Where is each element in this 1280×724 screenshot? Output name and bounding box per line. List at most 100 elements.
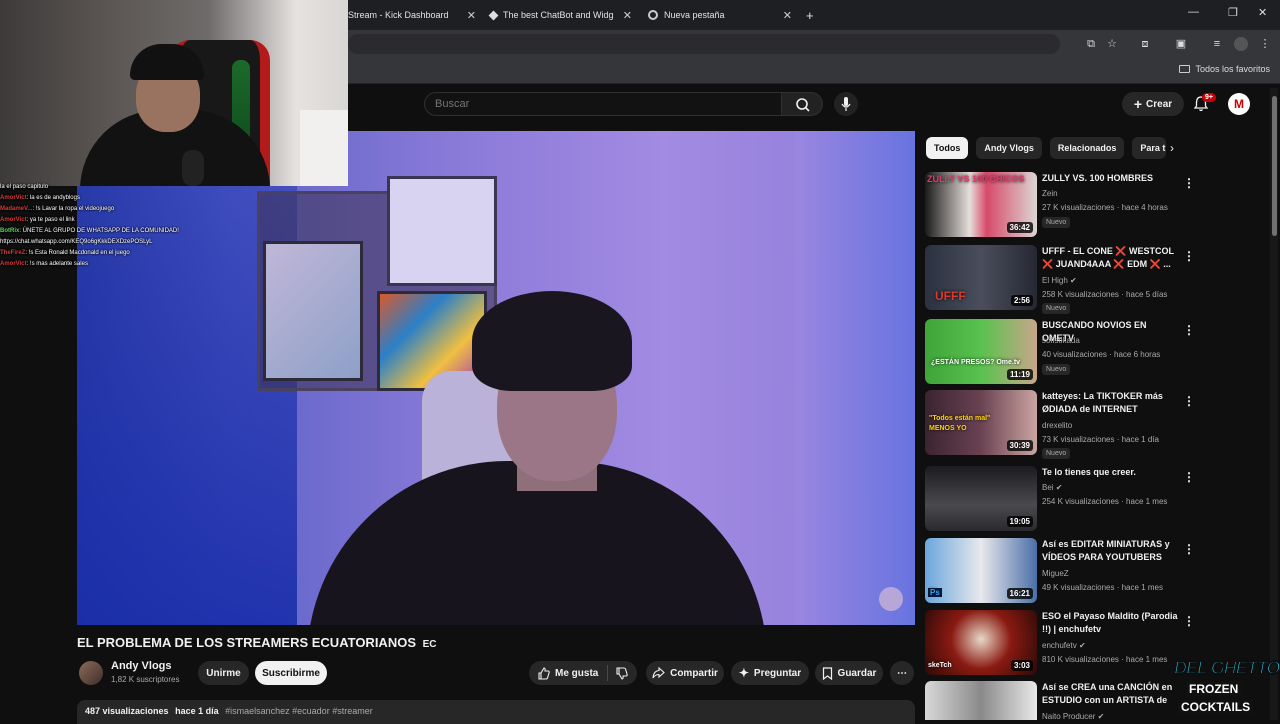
chatbot-favicon-icon: [488, 10, 499, 20]
all-bookmarks-folder[interactable]: Todos los favoritos: [1179, 64, 1270, 74]
close-window-icon[interactable]: ✕: [1258, 6, 1267, 19]
channel-watermark-icon[interactable]: [879, 587, 903, 611]
chip-all[interactable]: Todos: [926, 137, 969, 159]
brand-line-2: FROZEN: [1186, 682, 1242, 696]
chat-text: : ÚNETE AL GRUPO DE WHATSAPP DE LA COMUN…: [19, 228, 179, 234]
thumbs-down-icon[interactable]: [615, 666, 628, 680]
channel-name[interactable]: Andy Vlogs: [111, 660, 172, 672]
chip-channel[interactable]: Andy Vlogs: [976, 137, 1042, 159]
thumbnail-text: Ps: [928, 588, 942, 597]
tab-chatbot[interactable]: The best ChatBot and Widgets ✕: [488, 4, 632, 26]
description-box[interactable]: 487 visualizaciones hace 1 día #ismaelsa…: [77, 700, 915, 724]
brand-line-1: DEL GHETTO: [1173, 657, 1280, 679]
chevron-right-icon[interactable]: ›: [1170, 141, 1174, 155]
rec-menu-icon[interactable]: ⋮: [1183, 249, 1195, 263]
chrome-favicon-icon: [648, 10, 658, 20]
rec-menu-icon[interactable]: ⋮: [1183, 614, 1195, 628]
like-button[interactable]: Me gusta: [529, 661, 637, 685]
ask-button[interactable]: ✦ Preguntar: [731, 661, 809, 685]
video-thumbnail[interactable]: Ps 16:21: [925, 538, 1037, 603]
reading-list-icon[interactable]: ≡: [1210, 37, 1224, 51]
rec-menu-icon[interactable]: ⋮: [1183, 542, 1195, 556]
plus-icon: +: [1133, 96, 1143, 112]
video-thumbnail[interactable]: ZULLY VS 100 CHICOS 36:42: [925, 172, 1037, 237]
rec-title: katteyes: La TIKTOKER más ØDIADA de INTE…: [1042, 391, 1163, 414]
rec-meta: 40 visualizaciones · hace 6 horas: [1042, 350, 1161, 359]
rec-menu-icon[interactable]: ⋮: [1183, 323, 1195, 337]
rec-title: ESO el Payaso Maldito (Parodia !!) | enc…: [1042, 611, 1178, 634]
rec-menu-icon[interactable]: ⋮: [1183, 394, 1195, 408]
recommended-video[interactable]: UFFF 2:56 UFFF - EL CONE ❌ WESTCOL ❌ JUA…: [925, 245, 1255, 314]
channel-avatar[interactable]: [79, 661, 103, 685]
thumbnail-text: "Todos están mal" MENOS YO: [929, 415, 991, 432]
new-tab-button[interactable]: +: [806, 4, 820, 26]
rec-channel-name: El High: [1042, 276, 1068, 285]
close-icon[interactable]: ✕: [623, 9, 632, 22]
recommended-video[interactable]: 19:05 Te lo tienes que creer. Bei ✔ 254 …: [925, 466, 1255, 534]
side-panel-icon[interactable]: ▣: [1174, 37, 1188, 51]
chat-text: : ya te paso el link: [26, 217, 75, 223]
join-button[interactable]: Unirme: [198, 661, 249, 685]
scrollbar-thumb[interactable]: [1272, 96, 1277, 236]
recommended-video[interactable]: ZULLY VS 100 CHICOS 36:42 ZULLY VS. 100 …: [925, 172, 1255, 240]
chip-related[interactable]: Relacionados: [1049, 137, 1125, 159]
chat-message: https://chat.whatsapp.com/KEQ9o6gKkkDEXD…: [0, 237, 300, 248]
minimize-icon[interactable]: —: [1188, 6, 1199, 18]
install-icon[interactable]: ⧉: [1084, 37, 1098, 51]
url-field[interactable]: [348, 34, 1060, 54]
subscriber-count: 1,82 K suscriptores: [111, 675, 180, 684]
video-thumbnail[interactable]: [925, 681, 1037, 720]
profile-icon[interactable]: [1234, 37, 1248, 51]
create-label: Crear: [1146, 98, 1173, 110]
subscribe-button[interactable]: Suscribirme: [255, 661, 327, 685]
search-button[interactable]: [781, 92, 823, 116]
share-button[interactable]: Compartir: [646, 661, 724, 685]
hashtags[interactable]: #ismaelsanchez #ecuador #streamer: [225, 706, 373, 716]
duration-badge: 16:21: [1006, 588, 1033, 599]
upload-date: hace 1 día: [175, 706, 219, 716]
verified-icon: ✔: [1070, 276, 1077, 285]
chat-text: : la es de andyblogs: [26, 195, 80, 201]
chat-username: AmorVict: [0, 261, 27, 267]
duration-badge: 11:19: [1006, 369, 1033, 380]
extensions-icon[interactable]: ⧈: [1138, 37, 1152, 51]
search-input[interactable]: [424, 92, 782, 116]
create-button[interactable]: + Crear: [1122, 92, 1184, 116]
tab-new-tab[interactable]: Nueva pestaña ✕: [648, 4, 792, 26]
video-thumbnail[interactable]: UFFF 2:56: [925, 245, 1037, 310]
chat-message: AmorVict: !s mas adelante sales: [0, 259, 300, 270]
account-avatar[interactable]: M: [1228, 93, 1250, 115]
chat-username: AmorVict: [0, 195, 27, 201]
video-thumbnail[interactable]: ¿ESTÁN PRESOS? Ome.tv 11:19: [925, 319, 1037, 384]
maximize-icon[interactable]: ❐: [1228, 6, 1238, 19]
rec-channel-name: enchufetv: [1042, 641, 1077, 650]
close-icon[interactable]: ✕: [467, 9, 476, 22]
chip-for-you[interactable]: Para ti: [1132, 137, 1167, 159]
sponsor-logo: DEL GHETTO FROZEN COCKTAILS: [1170, 652, 1280, 720]
chat-message: la el paso capitulo: [0, 182, 300, 193]
close-icon[interactable]: ✕: [783, 9, 792, 22]
thumbnail-text: ¿ESTÁN PRESOS? Ome.tv: [931, 359, 1021, 366]
video-scene-door: [795, 131, 915, 625]
recommended-video[interactable]: Ps 16:21 Así es EDITAR MINIATURAS y VÍDE…: [925, 538, 1255, 606]
browser-menu-icon[interactable]: ⋮: [1258, 37, 1272, 51]
rec-menu-icon[interactable]: ⋮: [1183, 176, 1195, 190]
rec-menu-icon[interactable]: ⋮: [1183, 470, 1195, 484]
tab-kick-dashboard[interactable]: Stream - Kick Dashboard ✕: [348, 4, 476, 26]
recommended-video[interactable]: ¿ESTÁN PRESOS? Ome.tv 11:19 BUSCANDO NOV…: [925, 319, 1255, 387]
video-thumbnail[interactable]: "Todos están mal" MENOS YO 30:39: [925, 390, 1037, 455]
save-button[interactable]: Guardar: [815, 661, 883, 685]
bookmark-star-icon[interactable]: ☆: [1105, 37, 1119, 51]
video-thumbnail[interactable]: skeTch 3:03: [925, 610, 1037, 675]
more-actions-button[interactable]: ⋯: [890, 661, 914, 685]
webcam-microphone: [182, 150, 204, 186]
chat-message: BotRix: ÚNETE AL GRUPO DE WHATSAPP DE LA…: [0, 226, 300, 237]
duration-badge: 36:42: [1006, 222, 1033, 233]
video-thumbnail[interactable]: 19:05: [925, 466, 1037, 531]
chat-username: MadameV...: [0, 206, 33, 212]
recommended-video[interactable]: "Todos están mal" MENOS YO 30:39 katteye…: [925, 390, 1255, 459]
voice-search-button[interactable]: [834, 92, 858, 116]
chat-message: AmorVict: la es de andyblogs: [0, 193, 300, 204]
share-label: Compartir: [670, 667, 718, 679]
thumbnail-text: UFFF: [935, 289, 966, 303]
